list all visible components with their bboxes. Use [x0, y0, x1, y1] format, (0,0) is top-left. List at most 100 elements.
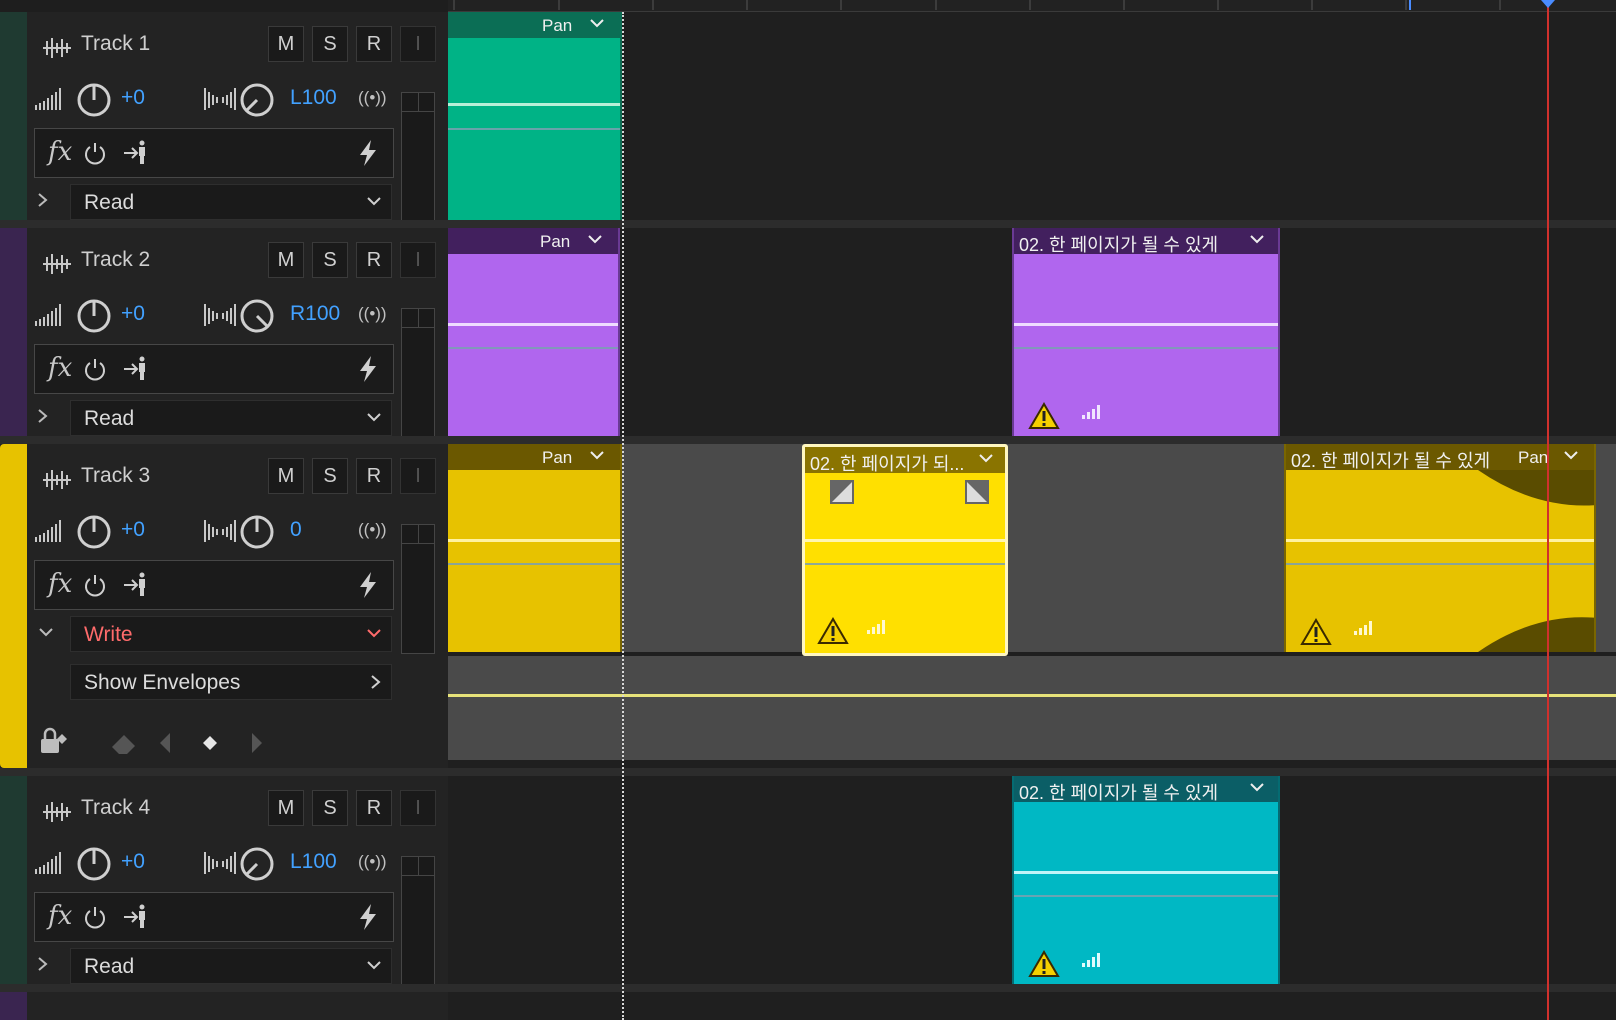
automation-mode-dropdown[interactable]: Read: [70, 948, 392, 984]
pan-envelope[interactable]: [448, 103, 620, 106]
chevron-down-icon[interactable]: [979, 453, 993, 463]
pan-knob-icon[interactable]: [239, 82, 275, 118]
solo-button[interactable]: S: [312, 242, 348, 278]
solo-button[interactable]: S: [312, 790, 348, 826]
warning-icon[interactable]: [1028, 402, 1060, 430]
pan-value[interactable]: L100: [290, 86, 337, 110]
input-monitor-button[interactable]: I: [400, 26, 436, 62]
mute-button[interactable]: M: [268, 790, 304, 826]
lock-keyframe-icon[interactable]: [38, 726, 70, 756]
chevron-down-icon[interactable]: [588, 234, 602, 244]
warning-icon[interactable]: [817, 617, 849, 645]
chevron-down-icon[interactable]: [1250, 234, 1264, 244]
pan-knob-icon[interactable]: [239, 298, 275, 334]
audio-clip[interactable]: 02. 한 페이지가 될 수 있게 Pan: [1284, 444, 1596, 652]
pan-value[interactable]: R100: [290, 302, 340, 326]
insert-icon[interactable]: [123, 355, 149, 381]
chevron-down-icon[interactable]: [1250, 782, 1264, 792]
volume-value[interactable]: +0: [121, 302, 145, 326]
clip-header[interactable]: 02. 한 페이지가 될 수 있게: [1014, 776, 1278, 803]
insert-icon[interactable]: [123, 903, 149, 929]
volume-value[interactable]: +0: [121, 518, 145, 542]
chevron-down-icon[interactable]: [1564, 450, 1578, 460]
audio-clip[interactable]: Pan: [448, 444, 622, 652]
volume-value[interactable]: +0: [121, 850, 145, 874]
lightning-icon[interactable]: [357, 571, 379, 599]
automation-mode-dropdown[interactable]: Read: [70, 184, 392, 220]
audio-clip-selected[interactable]: 02. 한 페이지가 되...: [802, 444, 1008, 656]
audio-clip[interactable]: 02. 한 페이지가 될 수 있게: [1012, 776, 1280, 984]
chevron-down-icon[interactable]: [590, 450, 604, 460]
insert-icon[interactable]: [123, 571, 149, 597]
record-arm-button[interactable]: R: [356, 242, 392, 278]
pan-envelope[interactable]: [1014, 871, 1278, 874]
record-arm-button[interactable]: R: [356, 790, 392, 826]
timeline-ruler[interactable]: [448, 0, 1616, 12]
solo-button[interactable]: S: [312, 26, 348, 62]
volume-knob-icon[interactable]: [76, 514, 112, 550]
broadcast-icon[interactable]: ((•)): [358, 304, 387, 324]
volume-knob-icon[interactable]: [76, 846, 112, 882]
prev-keyframe-icon[interactable]: [158, 732, 172, 754]
volume-value[interactable]: +0: [121, 86, 145, 110]
fx-rack[interactable]: fx: [34, 892, 394, 942]
pan-value[interactable]: L100: [290, 850, 337, 874]
track-name[interactable]: Track 1: [81, 32, 150, 56]
clip-header[interactable]: Pan: [448, 444, 620, 470]
lightning-icon[interactable]: [357, 903, 379, 931]
fx-icon[interactable]: fx: [48, 353, 72, 383]
fade-out-handle[interactable]: [965, 480, 989, 504]
record-arm-button[interactable]: R: [356, 458, 392, 494]
fx-rack[interactable]: fx: [34, 560, 394, 610]
clip-header[interactable]: Pan: [448, 12, 620, 38]
broadcast-icon[interactable]: ((•)): [358, 520, 387, 540]
fx-rack[interactable]: fx: [34, 128, 394, 178]
chevron-down-icon[interactable]: [38, 627, 54, 639]
power-icon[interactable]: [83, 357, 107, 381]
selection-start-marker[interactable]: [622, 12, 624, 1020]
pan-envelope[interactable]: [448, 539, 620, 542]
lightning-icon[interactable]: [357, 139, 379, 167]
insert-icon[interactable]: [123, 139, 149, 165]
mute-button[interactable]: M: [268, 458, 304, 494]
warning-icon[interactable]: [1028, 950, 1060, 978]
lightning-icon[interactable]: [357, 355, 379, 383]
add-keyframe-icon[interactable]: [202, 735, 218, 751]
track-name[interactable]: Track 2: [81, 248, 150, 272]
mute-button[interactable]: M: [268, 242, 304, 278]
clip-header[interactable]: Pan: [448, 228, 618, 254]
pan-knob-icon[interactable]: [239, 846, 275, 882]
pan-envelope[interactable]: [805, 539, 1005, 542]
record-arm-button[interactable]: R: [356, 26, 392, 62]
volume-knob-icon[interactable]: [76, 298, 112, 334]
automation-mode-dropdown[interactable]: Read: [70, 400, 392, 436]
pan-knob-icon[interactable]: [239, 514, 275, 550]
input-monitor-button[interactable]: I: [400, 458, 436, 494]
clip-header[interactable]: 02. 한 페이지가 될 수 있게: [1014, 228, 1278, 255]
audio-clip[interactable]: Pan: [448, 12, 622, 220]
power-icon[interactable]: [83, 573, 107, 597]
pan-envelope[interactable]: [1014, 323, 1278, 326]
fx-icon[interactable]: fx: [48, 137, 72, 167]
track-name[interactable]: Track 4: [81, 796, 150, 820]
chevron-right-icon[interactable]: [37, 956, 49, 972]
next-keyframe-icon[interactable]: [250, 732, 264, 754]
volume-knob-icon[interactable]: [76, 82, 112, 118]
broadcast-icon[interactable]: ((•)): [358, 88, 387, 108]
track-name[interactable]: Track 3: [81, 464, 150, 488]
eraser-icon[interactable]: [108, 730, 140, 756]
fx-icon[interactable]: fx: [48, 569, 72, 599]
input-monitor-button[interactable]: I: [400, 790, 436, 826]
chevron-right-icon[interactable]: [37, 408, 49, 424]
pan-value[interactable]: 0: [290, 518, 302, 542]
broadcast-icon[interactable]: ((•)): [358, 852, 387, 872]
power-icon[interactable]: [83, 141, 107, 165]
audio-clip[interactable]: Pan: [448, 228, 620, 436]
fx-rack[interactable]: fx: [34, 344, 394, 394]
show-envelopes-dropdown[interactable]: Show Envelopes: [70, 664, 392, 700]
power-icon[interactable]: [83, 905, 107, 929]
fade-in-handle[interactable]: [830, 480, 854, 504]
mute-button[interactable]: M: [268, 26, 304, 62]
fx-icon[interactable]: fx: [48, 901, 72, 931]
pan-envelope[interactable]: [448, 323, 618, 326]
